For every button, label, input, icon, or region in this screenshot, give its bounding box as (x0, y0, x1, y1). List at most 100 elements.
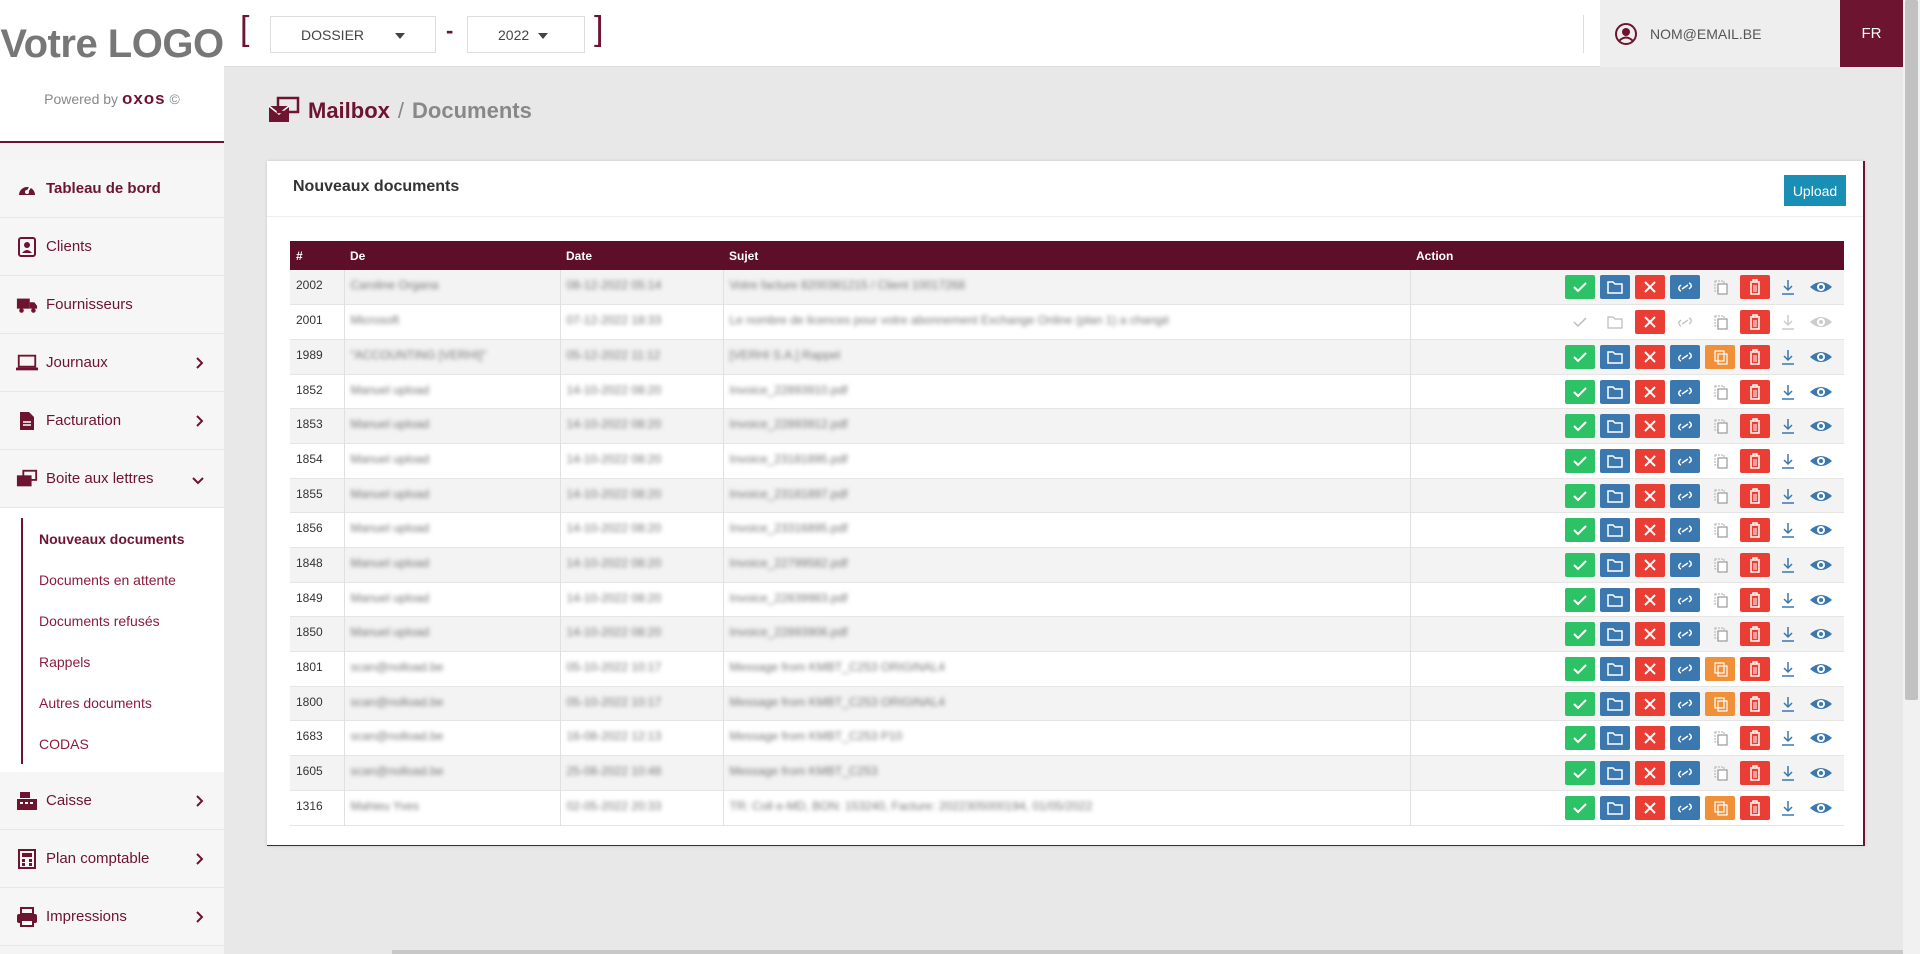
eye-icon[interactable] (1806, 414, 1836, 438)
reject-icon[interactable] (1635, 795, 1665, 820)
sidebar-item-plan-comptable[interactable]: Plan comptable (0, 830, 224, 888)
folder-icon[interactable] (1600, 691, 1630, 716)
download-icon[interactable] (1775, 380, 1801, 404)
submenu-documents-refuses[interactable]: Documents refusés (21, 600, 224, 641)
folder-icon[interactable] (1600, 587, 1630, 612)
reject-icon[interactable] (1635, 657, 1665, 682)
validate-icon[interactable] (1565, 761, 1595, 786)
submenu-nouveaux-documents[interactable]: Nouveaux documents (21, 518, 224, 559)
download-icon[interactable] (1775, 449, 1801, 473)
download-icon[interactable] (1775, 518, 1801, 542)
validate-icon[interactable] (1565, 657, 1595, 682)
copy-icon[interactable] (1705, 726, 1735, 750)
table-row[interactable]: 1605 scan@nolload.be 25-08-2022 10:48 Messa… (290, 755, 1844, 791)
trash-icon[interactable] (1740, 483, 1770, 508)
validate-icon[interactable] (1565, 448, 1595, 473)
eye-icon[interactable] (1806, 310, 1836, 334)
folder-icon[interactable] (1600, 275, 1630, 299)
validate-icon[interactable] (1565, 518, 1595, 543)
table-row[interactable]: 1856 Manuel upload 14-10-2022 08:20 Invoice… (290, 512, 1844, 548)
trash-icon[interactable] (1740, 275, 1770, 299)
eye-icon[interactable] (1806, 726, 1836, 750)
link-icon[interactable] (1670, 622, 1700, 647)
submenu-autres-documents[interactable]: Autres documents (21, 682, 224, 723)
folder-icon[interactable] (1600, 344, 1630, 369)
validate-icon[interactable] (1565, 310, 1595, 334)
trash-icon[interactable] (1740, 761, 1770, 786)
folder-icon[interactable] (1600, 310, 1630, 334)
download-icon[interactable] (1775, 414, 1801, 438)
trash-icon[interactable] (1740, 344, 1770, 369)
folder-icon[interactable] (1600, 657, 1630, 682)
download-icon[interactable] (1775, 657, 1801, 681)
reject-icon[interactable] (1635, 553, 1665, 577)
trash-icon[interactable] (1740, 587, 1770, 612)
sidebar-item-caisse[interactable]: Caisse (0, 772, 224, 830)
copy-icon[interactable] (1705, 691, 1735, 716)
copy-icon[interactable] (1705, 380, 1735, 404)
validate-icon[interactable] (1565, 379, 1595, 404)
link-icon[interactable] (1670, 275, 1700, 299)
submenu-documents-en-attente[interactable]: Documents en attente (21, 559, 224, 600)
col-header-id[interactable]: # (290, 241, 344, 270)
sidebar-item-journaux[interactable]: Journaux (0, 334, 224, 392)
reject-icon[interactable] (1635, 483, 1665, 508)
link-icon[interactable] (1670, 657, 1700, 682)
copy-icon[interactable] (1705, 414, 1735, 438)
validate-icon[interactable] (1565, 483, 1595, 508)
link-icon[interactable] (1670, 761, 1700, 786)
eye-icon[interactable] (1806, 657, 1836, 681)
copy-icon[interactable] (1705, 657, 1735, 682)
copy-icon[interactable] (1705, 761, 1735, 785)
folder-icon[interactable] (1600, 448, 1630, 473)
table-row[interactable]: 1989 "ACCOUNTING [VERHI]" 05-12-2022 11:12… (290, 339, 1844, 375)
download-icon[interactable] (1775, 310, 1801, 334)
year-select[interactable]: 2022 (467, 16, 585, 53)
trash-icon[interactable] (1740, 622, 1770, 647)
reject-icon[interactable] (1635, 691, 1665, 716)
link-icon[interactable] (1670, 553, 1700, 577)
link-icon[interactable] (1670, 795, 1700, 820)
col-header-date[interactable]: Date (560, 241, 723, 270)
scroll-thumb[interactable] (1905, 0, 1918, 700)
table-row[interactable]: 1316 Mahieu Yves 02-05-2022 20:33 TR: Coll … (290, 790, 1844, 825)
validate-icon[interactable] (1565, 587, 1595, 612)
breadcrumb-mailbox[interactable]: Mailbox (308, 98, 390, 124)
folder-icon[interactable] (1600, 379, 1630, 404)
reject-icon[interactable] (1635, 414, 1665, 439)
eye-icon[interactable] (1806, 518, 1836, 542)
trash-icon[interactable] (1740, 795, 1770, 820)
folder-icon[interactable] (1600, 622, 1630, 647)
table-row[interactable]: 1852 Manuel upload 14-10-2022 08:20 Invoice… (290, 374, 1844, 409)
link-icon[interactable] (1670, 518, 1700, 543)
reject-icon[interactable] (1635, 726, 1665, 751)
sidebar-item-boite-aux-lettres[interactable]: Boite aux lettres (0, 450, 224, 508)
folder-icon[interactable] (1600, 553, 1630, 577)
copy-icon[interactable] (1705, 310, 1735, 334)
table-row[interactable]: 2001 Microsoft 07-12-2022 18:33 Le nombre d… (290, 304, 1844, 340)
folder-icon[interactable] (1600, 414, 1630, 439)
table-row[interactable]: 2002 Caroline Organa 08-12-2022 05:14 Votre… (290, 270, 1844, 305)
link-icon[interactable] (1670, 414, 1700, 439)
trash-icon[interactable] (1740, 518, 1770, 543)
copy-icon[interactable] (1705, 344, 1735, 369)
trash-icon[interactable] (1740, 691, 1770, 716)
folder-icon[interactable] (1600, 518, 1630, 543)
upload-button[interactable]: Upload (1784, 175, 1846, 206)
reject-icon[interactable] (1635, 275, 1665, 299)
download-icon[interactable] (1775, 761, 1801, 785)
link-icon[interactable] (1670, 691, 1700, 716)
link-icon[interactable] (1670, 310, 1700, 334)
folder-icon[interactable] (1600, 761, 1630, 786)
eye-icon[interactable] (1806, 553, 1836, 577)
validate-icon[interactable] (1565, 414, 1595, 439)
vertical-scrollbar[interactable] (1903, 0, 1920, 954)
user-menu[interactable]: NOM@EMAIL.BE (1600, 0, 1840, 67)
copy-icon[interactable] (1705, 553, 1735, 577)
reject-icon[interactable] (1635, 622, 1665, 647)
link-icon[interactable] (1670, 726, 1700, 751)
copy-icon[interactable] (1705, 275, 1735, 299)
copy-icon[interactable] (1705, 622, 1735, 646)
eye-icon[interactable] (1806, 796, 1836, 820)
copy-icon[interactable] (1705, 518, 1735, 542)
